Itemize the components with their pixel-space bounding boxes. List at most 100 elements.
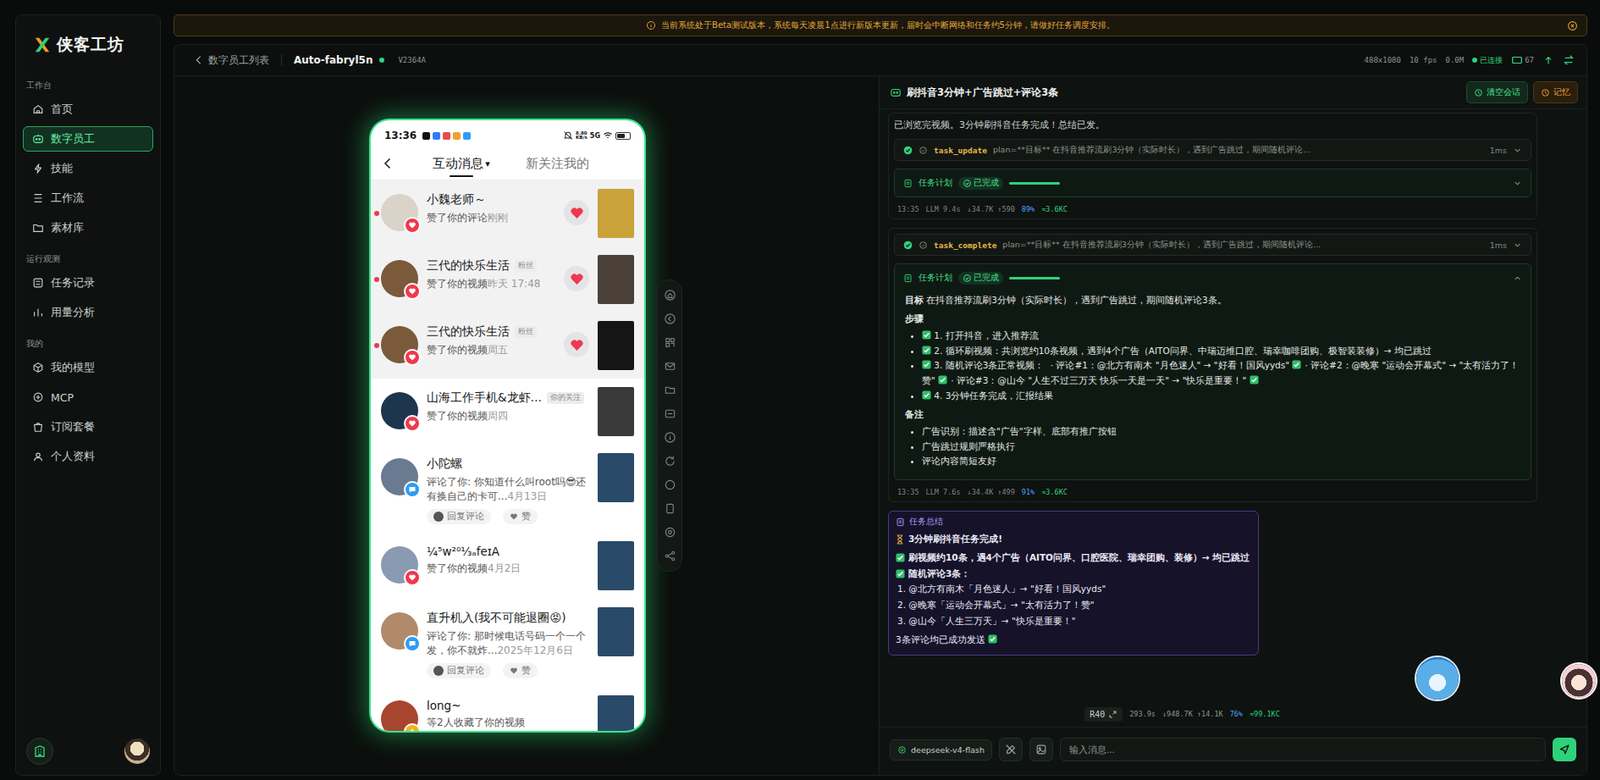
sidebar-item[interactable]: 个人资料: [22, 443, 154, 469]
message-row[interactable]: 三代的快乐生活 粉丝 赞了你的视频昨天 17:48: [370, 246, 645, 313]
workspace-button[interactable]: [26, 737, 54, 765]
input-bar: deepseek-v4-flash: [879, 726, 1587, 775]
liked-button[interactable]: [563, 265, 590, 292]
video-thumbnail[interactable]: [597, 452, 635, 503]
wifi-icon: [602, 130, 613, 141]
sidebar-item[interactable]: 首页: [22, 96, 154, 122]
memory-button[interactable]: 记忆: [1533, 81, 1578, 104]
home-icon[interactable]: [663, 288, 677, 302]
image-icon[interactable]: [663, 407, 677, 420]
reply-button[interactable]: 回复评论: [426, 508, 492, 525]
sidebar-item[interactable]: 用量分析: [22, 299, 154, 326]
helper-avatar[interactable]: [1561, 663, 1596, 698]
sidebar-footer: [22, 737, 154, 765]
sidebar-item[interactable]: MCP: [22, 384, 154, 410]
round-chip[interactable]: R40: [1084, 706, 1123, 722]
circle-icon[interactable]: [663, 478, 677, 492]
phone-tab[interactable]: 新关注我的: [525, 150, 590, 177]
assistant-bubble[interactable]: [1416, 656, 1459, 700]
employee-name: Auto-fabryl5n: [293, 54, 373, 67]
user-tag: 粉丝: [514, 325, 537, 338]
done-icon: [962, 178, 972, 188]
tool-icon: [918, 240, 928, 250]
user-avatar[interactable]: [380, 612, 419, 650]
message-row[interactable]: 小陀螺 评论了你: 你知道什么叫root吗😎还有换自己的卡可...4月13日 回…: [370, 444, 645, 533]
qr-icon[interactable]: [663, 336, 677, 349]
user-avatar[interactable]: [124, 738, 150, 764]
task-plan-card[interactable]: 任务计划 已完成 目标 在抖音推荐流刷3分钟（实际时长），遇到广告跳过，期间随机…: [893, 263, 1532, 480]
sidebar-item[interactable]: 我的模型: [22, 354, 154, 381]
close-icon[interactable]: [1566, 20, 1578, 32]
liked-button[interactable]: [563, 331, 590, 358]
user-avatar[interactable]: [380, 700, 419, 731]
mail-icon[interactable]: [663, 359, 677, 373]
back-link[interactable]: 数字员工列表: [193, 54, 270, 67]
user-avatar[interactable]: [380, 325, 419, 364]
like-button[interactable]: 赞: [502, 662, 538, 679]
skill-icon: [32, 162, 45, 175]
user-avatar[interactable]: [380, 391, 419, 430]
liked-button[interactable]: [563, 199, 590, 226]
screen-icon: [1511, 54, 1523, 67]
message-row[interactable]: 直升机入(我不可能退圈😡) 评论了你: 那时候电话号码一个一个发，你不就炸...…: [370, 598, 645, 687]
task-plan-card[interactable]: 任务计划 已完成: [893, 168, 1532, 198]
attach-button[interactable]: [1029, 737, 1054, 762]
user-avatar[interactable]: [380, 259, 419, 298]
message-text: 等2人收藏了你的视频: [426, 715, 590, 730]
user-name: 小陀螺: [426, 456, 463, 472]
sidebar-item[interactable]: 数字员工: [22, 126, 154, 152]
back-icon[interactable]: [663, 312, 677, 326]
video-thumbnail[interactable]: [597, 540, 635, 591]
sidebar-item[interactable]: 技能: [22, 155, 154, 182]
unread-dot: [374, 717, 380, 723]
video-thumbnail[interactable]: [597, 188, 635, 238]
logo[interactable]: 侠客工坊: [22, 33, 154, 72]
send-button[interactable]: [1552, 737, 1577, 762]
video-thumbnail[interactable]: [597, 695, 635, 731]
star-icon: [408, 727, 417, 731]
tool-call-card[interactable]: task_update plan=**目标** 在抖音推荐流刷3分钟（实际时长）…: [893, 138, 1532, 161]
clear-button[interactable]: 清空会话: [1466, 81, 1529, 104]
upload-icon[interactable]: [1542, 54, 1555, 67]
device-toolbar: [656, 279, 683, 572]
phone-tab[interactable]: 互动消息▾: [432, 150, 491, 177]
heart-icon: [408, 573, 417, 582]
back-icon[interactable]: [380, 156, 395, 171]
tool-call-card[interactable]: task_complete plan=**目标** 在抖音推荐流刷3分钟（实际时…: [893, 233, 1532, 256]
sidebar-item[interactable]: 素材库: [22, 215, 154, 241]
sidebar-item[interactable]: 任务记录: [22, 270, 154, 296]
video-thumbnail[interactable]: [597, 254, 635, 304]
message-input[interactable]: [1059, 737, 1546, 762]
sidebar-item[interactable]: 工作流: [22, 185, 154, 211]
message-row[interactable]: 三代的快乐生活 粉丝 赞了你的视频周五: [370, 312, 645, 379]
video-thumbnail[interactable]: [597, 386, 635, 436]
like-button[interactable]: 赞: [502, 508, 538, 525]
video-thumbnail[interactable]: [597, 320, 635, 370]
reply-button[interactable]: 回复评论: [426, 662, 492, 679]
square-icon[interactable]: [663, 502, 677, 515]
share-icon[interactable]: [663, 549, 677, 563]
model-selector[interactable]: deepseek-v4-flash: [889, 739, 993, 761]
user-avatar[interactable]: [380, 546, 419, 584]
folder-icon[interactable]: [663, 383, 677, 397]
info-icon[interactable]: [663, 430, 677, 444]
user-avatar[interactable]: [380, 457, 419, 496]
video-thumbnail[interactable]: [597, 606, 635, 657]
app-root: 侠客工坊 工作台 首页 数字员工 技能 工作流 素材库运行观测 任务记录 用量分…: [0, 0, 1600, 780]
refresh-icon[interactable]: [663, 454, 677, 468]
user-avatar[interactable]: [380, 193, 419, 232]
message-row[interactable]: ¼⁵w²⁰¹⁄₃ₐfeɪA 赞了你的视频4月2日: [370, 532, 645, 599]
target-icon[interactable]: [663, 525, 677, 539]
sidebar-item[interactable]: 订阅套餐: [22, 413, 154, 440]
comment-icon: [408, 485, 417, 494]
tools-button[interactable]: [998, 737, 1023, 762]
message-row[interactable]: 小魏老师～ 赞了你的评论刚刚: [370, 180, 645, 247]
clear-icon: [1473, 88, 1484, 98]
message-row[interactable]: long~ 等2人收藏了你的视频: [370, 686, 645, 731]
message-row[interactable]: 山海工作手机&龙虾… 你的关注 赞了你的视频周四: [370, 378, 645, 445]
phone-screen[interactable]: 13:36 8.80KB/s 5G 互动消息▾新关注我的 小魏老师～ 赞了你的评…: [370, 120, 645, 731]
assistant-message: 已浏览完视频。3分钟刷抖音任务完成！总结已发。 task_update plan…: [888, 112, 1538, 220]
heart-outline-icon: [509, 666, 519, 675]
swap-icon[interactable]: [1562, 54, 1575, 67]
sidebar: 侠客工坊 工作台 首页 数字员工 技能 工作流 素材库运行观测 任务记录 用量分…: [15, 14, 161, 776]
